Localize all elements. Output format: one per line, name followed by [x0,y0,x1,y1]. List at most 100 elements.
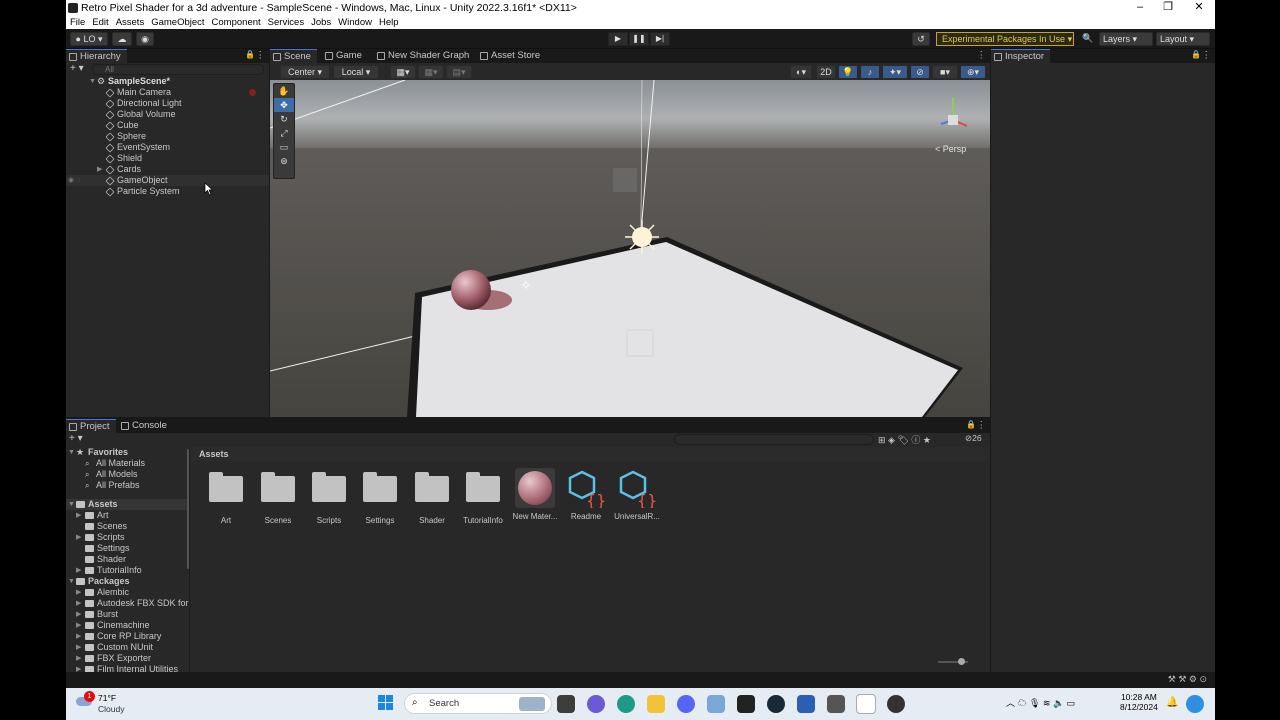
photos-icon[interactable] [707,695,725,713]
scene-row[interactable]: ▼ ⚙ SampleScene* [66,76,269,87]
hidden-packages-count[interactable]: ⊘26 [965,433,982,444]
tab-project[interactable]: Project [66,419,116,433]
kebab-menu-icon[interactable]: ⋮ [977,50,987,61]
layers-dropdown[interactable]: Layers ▾ [1099,32,1153,46]
collab-icon[interactable]: ◉ [136,32,154,46]
menu-window[interactable]: Window [335,17,375,28]
weather-icon[interactable]: 1 [76,691,95,707]
hierarchy-search-input[interactable] [92,64,264,75]
kebab-menu-icon[interactable]: ⋮ [1202,50,1212,61]
hierarchy-item[interactable]: Directional Light [66,98,269,109]
pivot-center-dropdown[interactable]: Center ▾ [280,65,330,79]
status-icons[interactable]: ⚒ ⚒ ⚙ ⊙ [1168,674,1207,685]
steam-icon[interactable] [767,695,785,713]
add-icon[interactable]: + ▾ [69,433,83,444]
kebab-menu-icon[interactable]: ⋮ [256,50,266,61]
hierarchy-item[interactable]: Sphere [66,131,269,142]
camera-settings-icon[interactable]: ■▾ [932,65,958,79]
asset-readme[interactable]: {} Readme [561,468,611,521]
asset-folder[interactable]: TutorialInfo [458,468,508,525]
lock-icon[interactable]: 🔒 [1191,50,1201,59]
pivot-local-dropdown[interactable]: Local ▾ [333,65,379,79]
search-icon[interactable]: 🔍 [1080,32,1096,46]
app-icon[interactable] [737,695,755,713]
tree-item[interactable]: ▶ Custom NUnit [66,642,189,653]
tree-item[interactable]: ⌕ All Models [66,469,189,480]
align-icon[interactable]: ▤▾ [446,65,472,79]
asset-folder[interactable]: Art [201,468,251,525]
transform-tool-icon[interactable]: ⊛ [274,154,294,168]
tab-hierarchy[interactable]: Hierarchy [66,49,127,63]
clock[interactable]: 10:28 AM 8/12/2024 [1120,692,1158,712]
visibility-icon[interactable]: ◉ ◌ [68,175,80,186]
hand-tool-icon[interactable]: ✋ [274,84,294,98]
gizmos-icon[interactable]: ⊕▾ [960,65,986,79]
menu-edit[interactable]: Edit [89,17,111,28]
word-icon[interactable] [797,695,815,713]
icon-size-slider[interactable] [938,658,968,665]
account-button[interactable]: ● LO ▾ [70,32,108,46]
asset-folder[interactable]: Scenes [253,468,303,525]
tree-favorites[interactable]: ▼ ★ Favorites [66,447,189,458]
lock-icon[interactable]: 🔒 [966,420,976,429]
tree-packages[interactable]: ▼ Packages [66,576,189,587]
tree-item[interactable]: ▶ Autodesk FBX SDK for [66,598,189,609]
system-tray-icons[interactable]: ︿ ☁ 🎙 ≋ 🔈 ▭ [1006,696,1075,709]
teams-icon[interactable] [587,695,605,713]
file-explorer-icon[interactable] [647,695,665,713]
step-button[interactable]: ▶| [650,32,670,46]
hierarchy-item[interactable]: Global Volume [66,109,269,120]
close-button[interactable]: ✕ [1184,0,1214,16]
scene-viewport[interactable]: ✧ ✋ ✥ ↻ ⤢ ▭ ⊛ < Persp [270,80,990,417]
move-tool-icon[interactable]: ✥ [274,98,294,112]
tree-item[interactable]: ▶ TutorialInfo [66,565,189,576]
tree-item[interactable]: ▶ Scripts [66,532,189,543]
lighting-icon[interactable]: 💡 [838,65,858,79]
tree-item[interactable]: ▶ Alembic [66,587,189,598]
hierarchy-item[interactable]: Main Camera [66,87,269,98]
history-icon[interactable]: ↺ [912,32,930,46]
project-search-input[interactable] [674,434,874,445]
menu-services[interactable]: Services [265,17,307,28]
asset-folder[interactable]: Scripts [304,468,354,525]
tab-console[interactable]: Console [118,419,173,433]
tree-assets[interactable]: ▼ Assets [66,499,189,510]
menu-gameobject[interactable]: GameObject [148,17,207,28]
tree-scrollbar[interactable] [187,449,189,569]
asset-urp[interactable]: {} UniversalR... [612,468,662,521]
edge-icon[interactable] [617,695,635,713]
effects-icon[interactable]: ✦▾ [882,65,908,79]
menu-assets[interactable]: Assets [113,17,148,28]
draw-mode-icon[interactable]: ◐▾ [790,65,812,79]
tab-new-shader-graph[interactable]: New Shader Graph [374,49,475,63]
menu-help[interactable]: Help [376,17,402,28]
notifications-bell-icon[interactable]: 🔔 [1166,697,1178,708]
increment-snap-icon[interactable]: ▦▾ [418,65,444,79]
toggle-2d-button[interactable]: 2D [816,65,836,79]
pause-button[interactable]: ❚❚ [629,32,649,46]
unity-hub-icon[interactable] [827,695,845,713]
lock-icon[interactable]: 🔒 [245,50,255,59]
hierarchy-item[interactable]: ▶ Cards [66,164,269,175]
hierarchy-item-hovered[interactable]: ◉ ◌ GameObject [66,175,269,186]
kebab-menu-icon[interactable]: ⋮ [977,420,987,431]
expand-arrow-icon[interactable]: ▶ [97,164,102,175]
tree-item[interactable]: Scenes [66,521,189,532]
copilot-icon[interactable] [1186,695,1204,713]
task-view-icon[interactable] [557,695,575,713]
tree-item[interactable]: ⌕ All Materials [66,458,189,469]
hierarchy-item[interactable]: Particle System [66,186,269,197]
tab-inspector[interactable]: Inspector [991,49,1051,63]
menu-file[interactable]: File [67,17,88,28]
scale-tool-icon[interactable]: ⤢ [274,126,294,140]
hierarchy-item[interactable]: Cube [66,120,269,131]
tree-item[interactable]: ▶ Core RP Library [66,631,189,642]
project-breadcrumb[interactable]: Assets [191,447,990,461]
asset-folder[interactable]: Settings [355,468,405,525]
hierarchy-item[interactable]: Shield [66,153,269,164]
tree-item[interactable]: Shader [66,554,189,565]
tree-item[interactable]: ▶ Art [66,510,189,521]
audio-icon[interactable]: ♪ [860,65,880,79]
tree-item[interactable]: ▶ Cinemachine [66,620,189,631]
minimize-button[interactable]: – [1125,0,1155,16]
